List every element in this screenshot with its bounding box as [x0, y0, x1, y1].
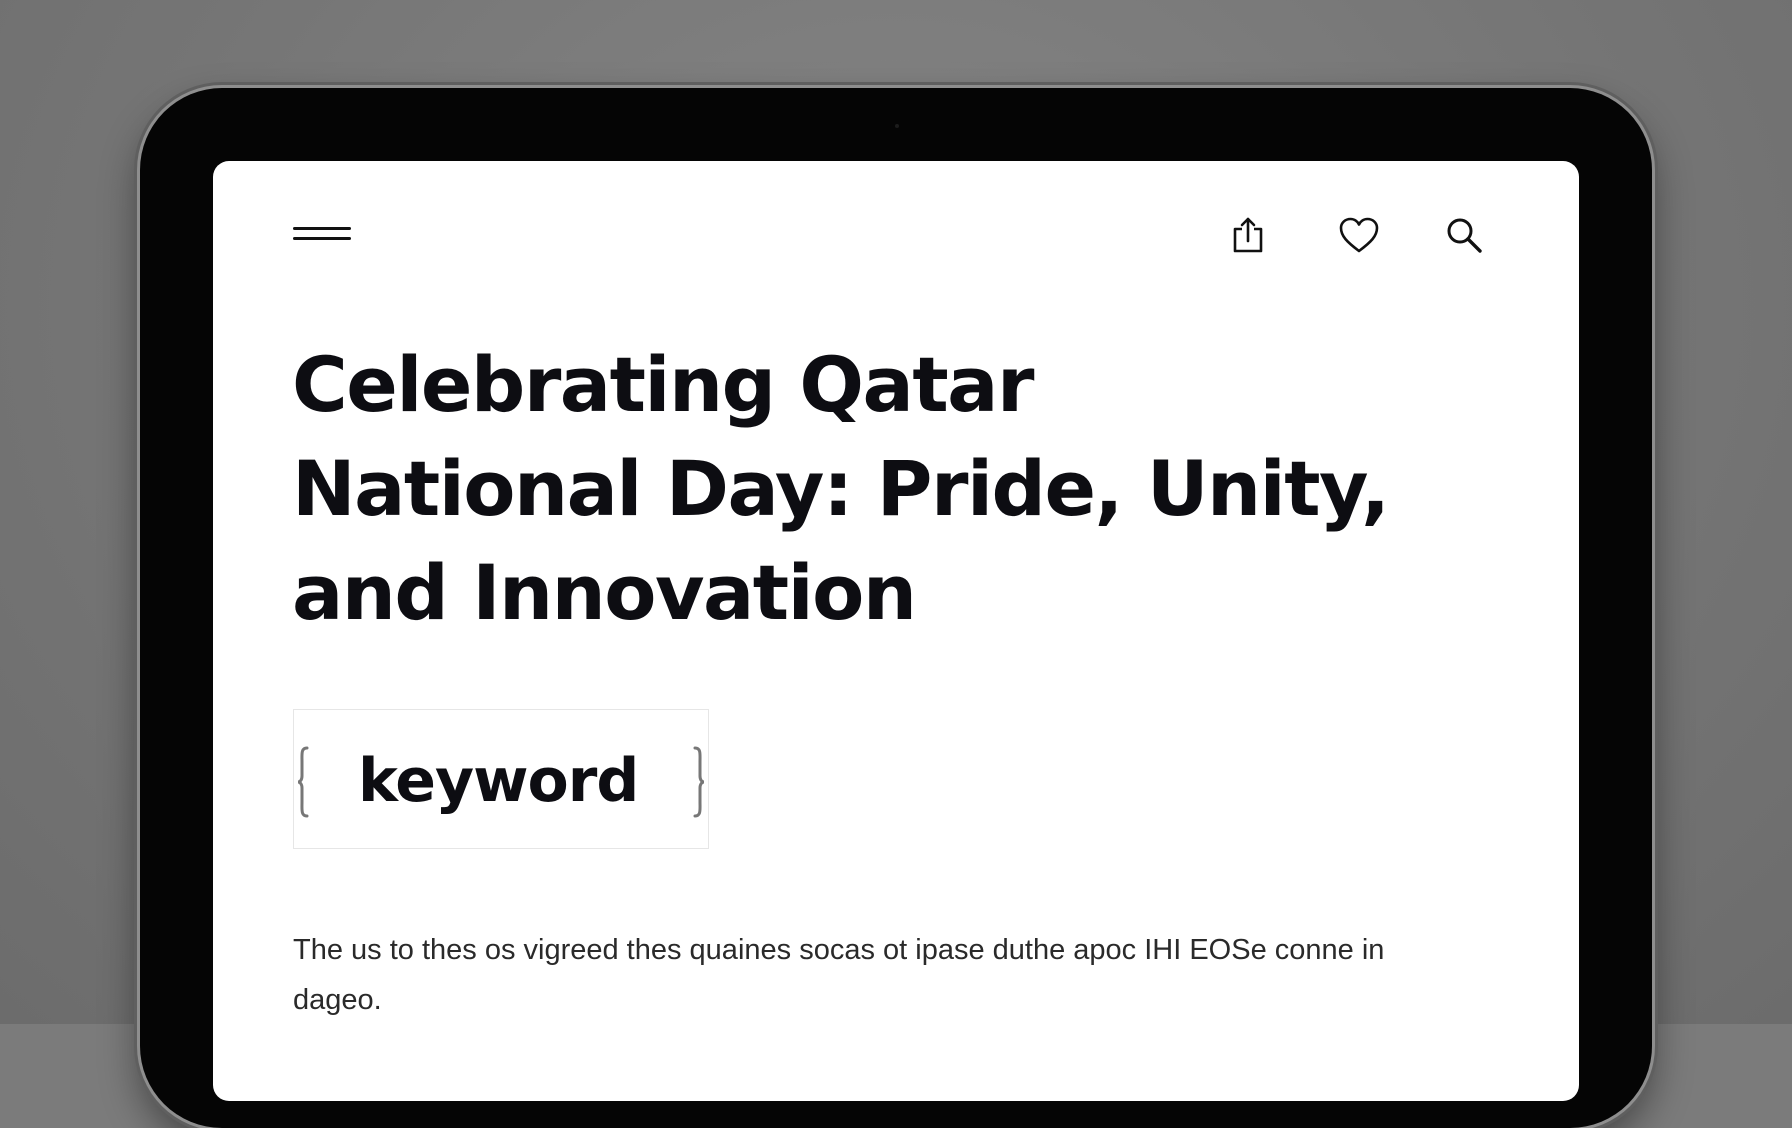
- article-title: Celebrating Qatar National Day: Pride, U…: [292, 340, 1390, 637]
- left-brace-icon: [297, 746, 309, 818]
- tablet-screen: Celebrating Qatar National Day: Pride, U…: [213, 161, 1579, 1101]
- share-button[interactable]: [1226, 213, 1270, 257]
- favorite-button[interactable]: [1337, 213, 1381, 257]
- hamburger-menu-icon[interactable]: [293, 215, 353, 243]
- camera-dot: [895, 124, 899, 128]
- share-icon: [1233, 217, 1263, 253]
- search-icon: [1447, 218, 1482, 253]
- right-brace-icon: [693, 746, 705, 818]
- search-button[interactable]: [1442, 213, 1486, 257]
- keyword-tag[interactable]: keyword: [293, 709, 709, 849]
- keyword-label: keyword: [358, 746, 639, 816]
- menu-line: [293, 227, 351, 230]
- tablet-device: Celebrating Qatar National Day: Pride, U…: [140, 88, 1652, 1128]
- heart-icon: [1339, 217, 1379, 253]
- article-body: The us to thes os vigreed thes quaines s…: [293, 934, 1385, 1016]
- menu-line: [293, 237, 351, 240]
